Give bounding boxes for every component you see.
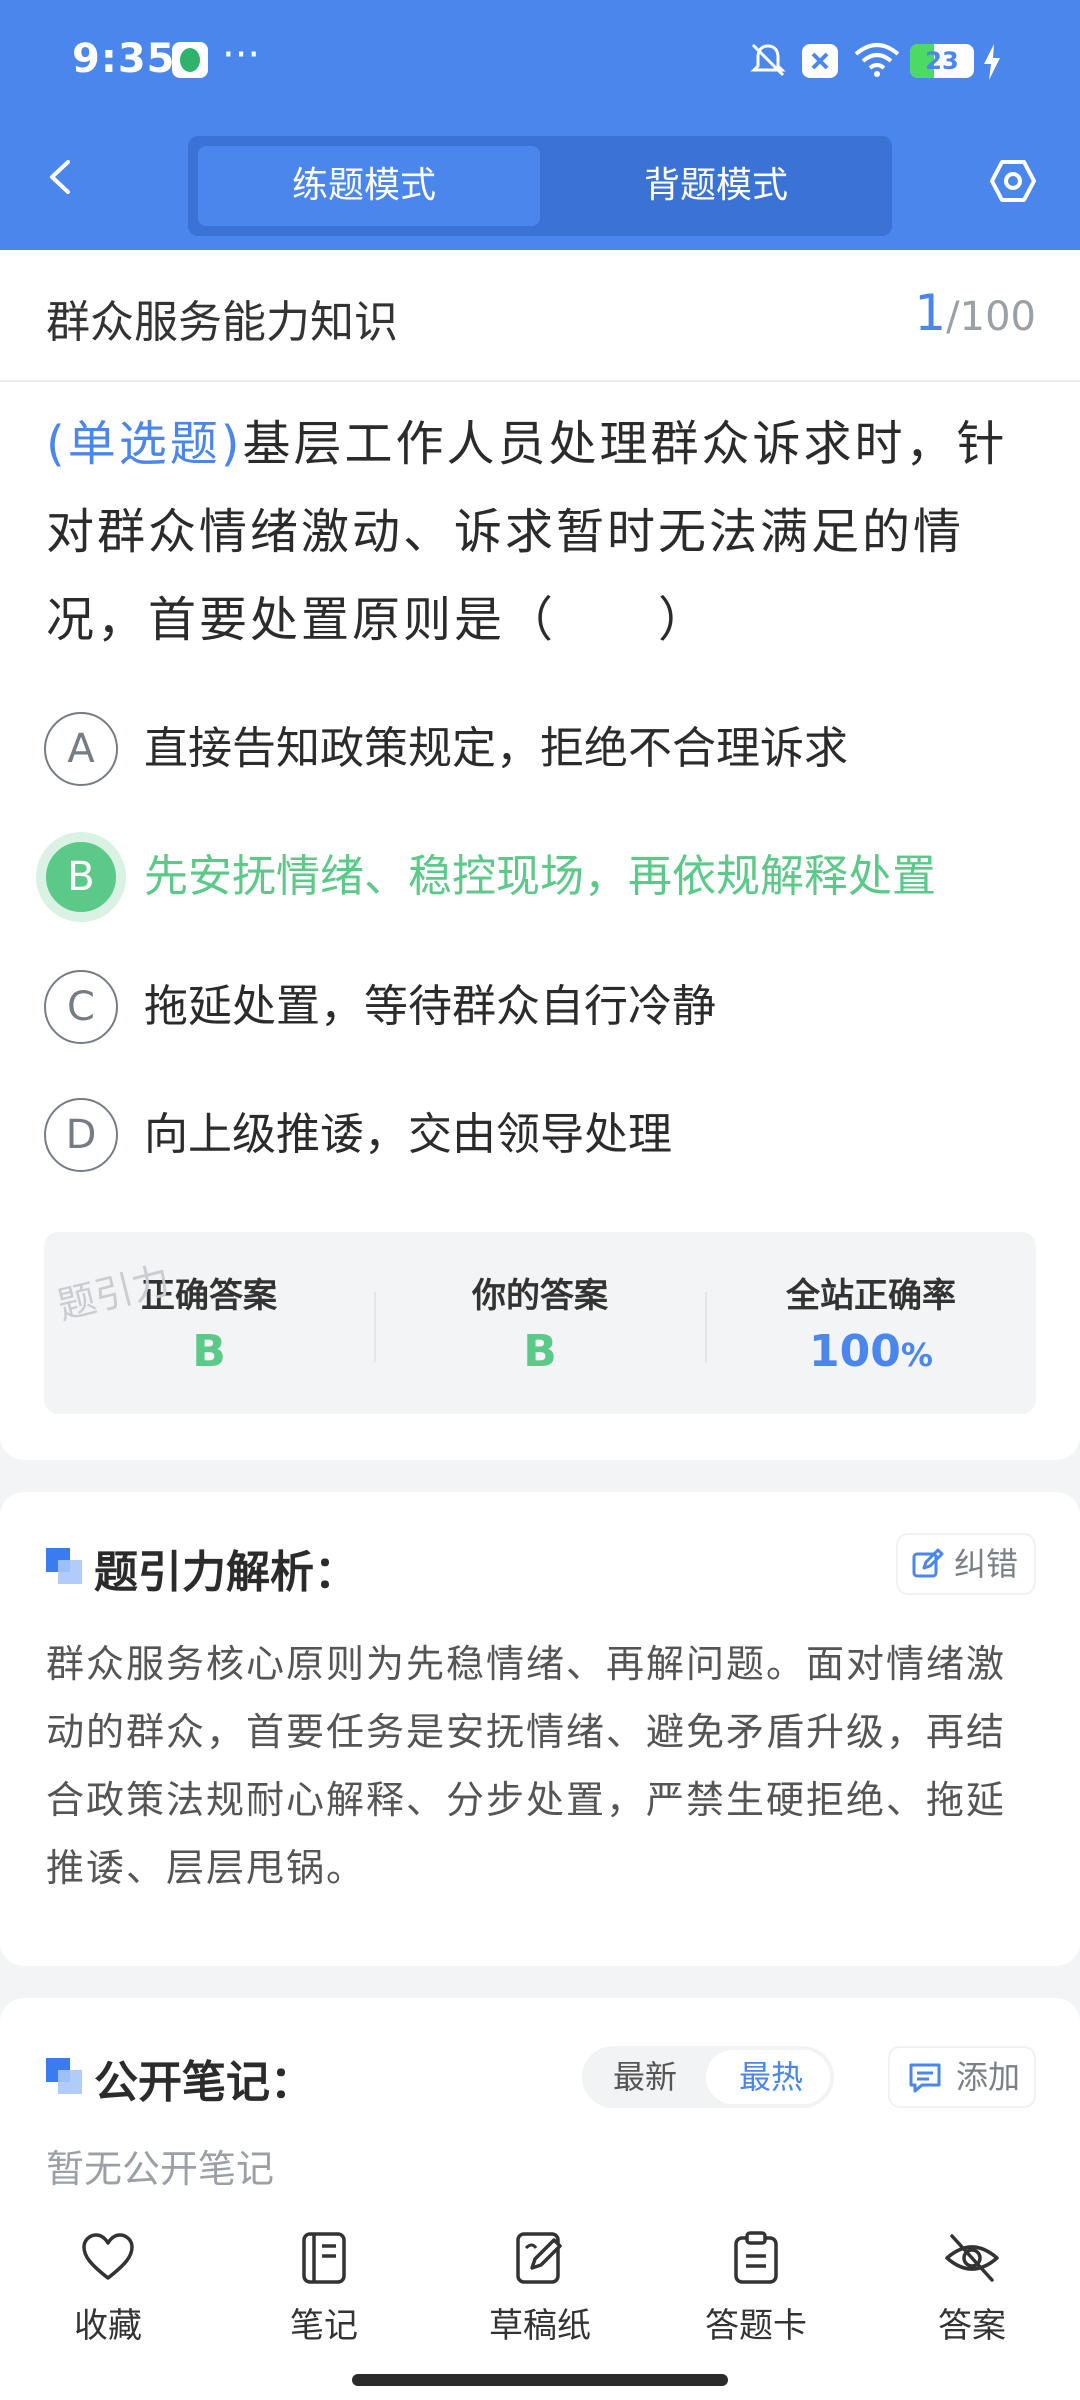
question-type: (单选题) [46,416,243,472]
home-indicator[interactable] [352,2374,728,2386]
draft-icon [516,2232,562,2284]
option-text: 向上级推诿，交由领导处理 [144,1109,672,1160]
notes-sort-toggle: 最新 最热 [582,2046,834,2108]
analysis-text: 群众服务核心原则为先稳情绪、再解问题。面对情绪激动的群众，首要任务是安抚情绪、避… [46,1642,1007,1890]
section-icon [46,2058,82,2094]
favorite-button[interactable]: 收藏 [28,2222,188,2352]
comment-icon [909,2063,941,2093]
battery-icon: 23 [910,44,974,78]
question-category: 群众服务能力知识 [46,297,398,348]
answer-card-button[interactable]: 答题卡 [676,2222,836,2352]
draft-paper-button[interactable]: 草稿纸 [460,2222,620,2352]
option-c[interactable]: C 拖延处置，等待群众自行冷静 [44,970,1034,1046]
more-notifications-icon: ··· [222,32,261,78]
no-notes-text: 暂无公开笔记 [46,2147,275,2191]
option-letter: B [36,832,126,922]
option-d[interactable]: D 向上级推诿，交由领导处理 [44,1098,1034,1174]
sort-hot[interactable]: 最热 [708,2046,834,2108]
show-answer-button[interactable]: 答案 [892,2222,1052,2352]
notes-button[interactable]: 笔记 [244,2222,404,2352]
option-letter: D [44,1098,118,1172]
wifi-icon [854,43,900,77]
option-text: 直接告知政策规定，拒绝不合理诉求 [144,723,848,774]
answer-summary: 正确答案 B 你的答案 B 全站正确率 100% [44,1232,1036,1414]
add-note-button[interactable]: 添加 [890,2048,1034,2106]
sort-latest[interactable]: 最新 [582,2046,708,2108]
back-icon[interactable] [44,160,78,194]
eye-off-icon [945,2234,999,2282]
sim-off-icon [802,44,838,78]
settings-icon[interactable] [990,158,1036,204]
option-letter: A [44,712,118,786]
mode-switch: 练题模式 背题模式 [188,136,892,236]
option-text: 拖延处置，等待群众自行冷静 [144,981,716,1032]
your-answer: 你的答案 B [472,1276,608,1377]
tab-practice-mode[interactable]: 练题模式 [188,136,540,236]
status-time: 9:35 [72,36,176,82]
question-text: (单选题)基层工作人员处理群众诉求时，针对群众情绪激动、诉求暂时无法满足的情况，… [46,416,1008,648]
option-letter: C [44,970,118,1044]
question-counter[interactable]: 1/100 [914,284,1036,342]
notes-title: 公开笔记： [94,2057,314,2108]
mute-icon [750,43,786,77]
notebook-icon [302,2232,346,2284]
charging-icon [984,44,1000,80]
analysis-title: 题引力解析： [94,1547,358,1598]
app-notification-icon [172,42,208,78]
heart-icon [82,2233,134,2280]
answer-card-icon [734,2231,778,2284]
option-b[interactable]: B 先安抚情绪、稳控现场，再依规解释处置 [36,832,1034,922]
tab-memorize-mode[interactable]: 背题模式 [540,136,892,236]
divider [0,380,1080,382]
report-error-button[interactable]: 纠错 [898,1535,1034,1593]
site-correct-rate: 全站正确率 100% [786,1276,956,1377]
option-text: 先安抚情绪、稳控现场，再依规解释处置 [144,851,936,902]
section-icon [46,1548,82,1584]
edit-icon [912,1548,944,1578]
option-a[interactable]: A 直接告知政策规定，拒绝不合理诉求 [44,712,1034,788]
correct-answer: 正确答案 B [141,1276,277,1377]
